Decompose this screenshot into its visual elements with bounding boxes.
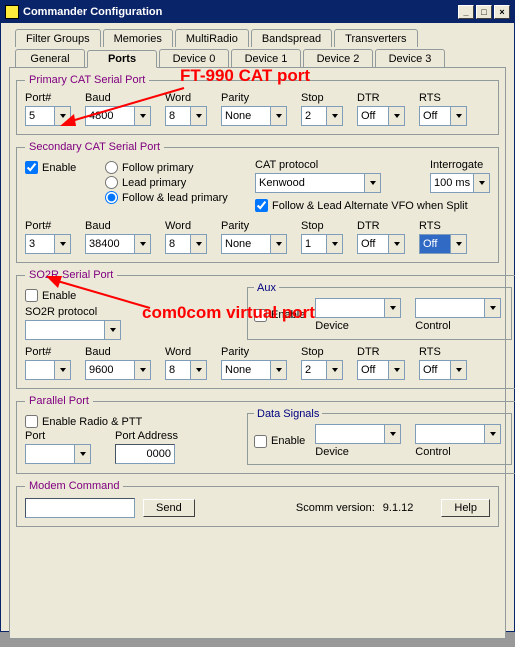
datasignals-enable-check[interactable]: Enable [254, 426, 305, 456]
window-title: Commander Configuration [23, 6, 162, 18]
split-check[interactable]: Follow & Lead Alternate VFO when Split [255, 199, 490, 212]
tab-multiradio[interactable]: MultiRadio [175, 29, 249, 47]
so2r-group: SO2R Serial Port Enable SO2R protocol Au… [16, 269, 515, 389]
app-icon [5, 5, 19, 19]
primary-rts-combo[interactable] [419, 106, 467, 126]
tab-bandspread[interactable]: Bandspread [251, 29, 332, 47]
secondary-baud-combo[interactable] [85, 234, 151, 254]
tab-device1[interactable]: Device 1 [231, 49, 301, 67]
parallel-enable-check[interactable]: Enable Radio & PTT [25, 415, 235, 428]
tabs-row-bottom: General Ports Device 0 Device 1 Device 2… [15, 49, 506, 67]
client-area: Filter Groups Memories MultiRadio Bandsp… [1, 23, 514, 647]
tab-general[interactable]: General [15, 49, 85, 67]
version-label: Scomm version: [296, 502, 375, 514]
secondary-word-combo[interactable] [165, 234, 207, 254]
so2r-baud-combo[interactable] [85, 360, 151, 380]
secondary-enable-check[interactable]: Enable [25, 161, 95, 174]
so2r-stop-combo[interactable] [301, 360, 343, 380]
radio-lead-primary[interactable]: Lead primary [105, 176, 245, 189]
secondary-dtr-combo[interactable] [357, 234, 405, 254]
tab-device0[interactable]: Device 0 [159, 49, 229, 67]
primary-word-combo[interactable] [165, 106, 207, 126]
close-button[interactable]: × [494, 5, 510, 19]
secondary-rts-combo[interactable] [419, 234, 467, 254]
tab-ports[interactable]: Ports [87, 50, 157, 68]
datasignals-control-combo[interactable] [415, 424, 505, 444]
primary-stop-combo[interactable] [301, 106, 343, 126]
tab-device3[interactable]: Device 3 [375, 49, 445, 67]
tab-transverters[interactable]: Transverters [334, 29, 417, 47]
aux-enable-check[interactable]: Enable [254, 300, 305, 330]
primary-legend: Primary CAT Serial Port [25, 74, 149, 86]
so2r-parity-combo[interactable] [221, 360, 287, 380]
primary-cat-group: Primary CAT Serial Port Port# Baud Word … [16, 74, 499, 135]
tab-filter-groups[interactable]: Filter Groups [15, 29, 101, 47]
so2r-enable-check[interactable]: Enable [25, 289, 235, 302]
secondary-stop-combo[interactable] [301, 234, 343, 254]
modem-legend: Modem Command [25, 480, 123, 492]
minimize-button[interactable]: _ [458, 5, 474, 19]
radio-follow-primary[interactable]: Follow primary [105, 161, 245, 174]
port-address-input[interactable] [115, 444, 175, 464]
parallel-port-combo[interactable] [25, 444, 95, 464]
modem-command-input[interactable] [25, 498, 135, 518]
primary-dtr-combo[interactable] [357, 106, 405, 126]
so2r-legend: SO2R Serial Port [25, 269, 117, 281]
config-window: Commander Configuration _ □ × Filter Gro… [0, 0, 515, 632]
aux-control-combo[interactable] [415, 298, 505, 318]
secondary-cat-group: Secondary CAT Serial Port Enable Follow … [16, 141, 499, 263]
primary-parity-combo[interactable] [221, 106, 287, 126]
radio-follow-lead[interactable]: Follow & lead primary [105, 191, 245, 204]
cat-protocol-combo[interactable] [255, 173, 385, 193]
primary-port-combo[interactable] [25, 106, 71, 126]
secondary-port-combo[interactable] [25, 234, 71, 254]
so2r-protocol-combo[interactable] [25, 320, 125, 340]
primary-baud-combo[interactable] [85, 106, 151, 126]
secondary-legend: Secondary CAT Serial Port [25, 141, 164, 153]
so2r-port-combo[interactable] [25, 360, 71, 380]
tab-memories[interactable]: Memories [103, 29, 173, 47]
ports-panel: FT-990 CAT port com0com virtual port Pri… [9, 67, 506, 639]
so2r-rts-combo[interactable] [419, 360, 467, 380]
help-button[interactable]: Help [441, 499, 490, 517]
titlebar: Commander Configuration _ □ × [1, 1, 514, 23]
parallel-legend: Parallel Port [25, 395, 93, 407]
send-button[interactable]: Send [143, 499, 195, 517]
maximize-button[interactable]: □ [476, 5, 492, 19]
interrogate-combo[interactable] [430, 173, 490, 193]
secondary-parity-combo[interactable] [221, 234, 287, 254]
tab-device2[interactable]: Device 2 [303, 49, 373, 67]
datasignals-device-combo[interactable] [315, 424, 405, 444]
aux-device-combo[interactable] [315, 298, 405, 318]
modem-group: Modem Command Send Scomm version: 9.1.12… [16, 480, 499, 527]
tabs-row-top: Filter Groups Memories MultiRadio Bandsp… [15, 29, 506, 47]
aux-group: Aux Enable Device Control [247, 287, 512, 340]
data-signals-group: Data Signals Enable Device Control [247, 413, 512, 465]
so2r-dtr-combo[interactable] [357, 360, 405, 380]
parallel-group: Parallel Port Enable Radio & PTT Port Po… [16, 395, 515, 474]
version-value: 9.1.12 [383, 502, 414, 514]
so2r-word-combo[interactable] [165, 360, 207, 380]
